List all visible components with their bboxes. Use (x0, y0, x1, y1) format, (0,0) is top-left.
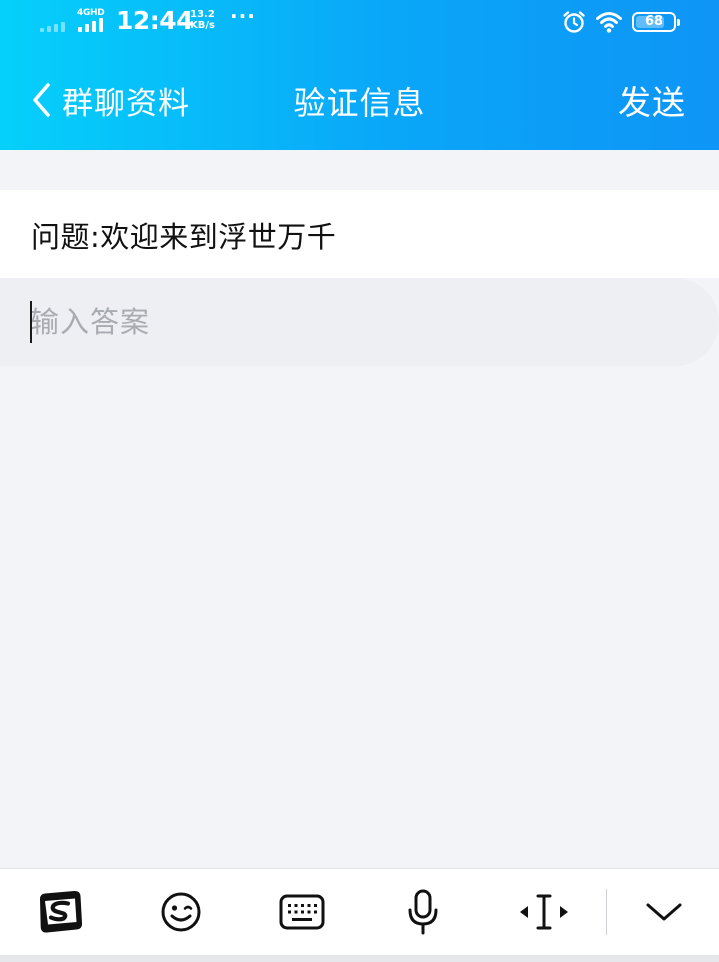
verification-question: 问题:欢迎来到浮世万千 (31, 220, 337, 254)
answer-field[interactable] (0, 278, 719, 366)
network-speed-value: 13.2 (190, 9, 215, 20)
cursor-move-icon (520, 894, 568, 930)
keyboard-toolbar (0, 868, 719, 955)
emoji-button[interactable] (136, 869, 226, 955)
text-cursor (30, 301, 32, 343)
wifi-icon (596, 12, 622, 33)
voice-input-button[interactable] (378, 869, 468, 955)
cursor-move-button[interactable] (499, 869, 589, 955)
sogou-logo-icon (40, 890, 83, 933)
navigation-bar: 群聊资料 验证信息 发送 (0, 60, 719, 140)
network-speed: 13.2 KB/s (190, 9, 215, 31)
sogou-logo-button[interactable] (15, 869, 105, 955)
status-bar: 4GHD 12:44 13.2 KB/s ··· 68 (0, 0, 719, 44)
verification-question-row: 问题:欢迎来到浮世万千 (0, 190, 719, 278)
app-header: 4GHD 12:44 13.2 KB/s ··· 68 群聊资料 验证信息 发送 (0, 0, 719, 150)
network-type-label: 4GHD (77, 8, 105, 18)
collapse-keyboard-button[interactable] (619, 869, 709, 955)
send-button[interactable]: 发送 (618, 76, 686, 124)
keyboard-button[interactable] (257, 869, 347, 955)
microphone-icon (408, 889, 438, 935)
battery-percentage: 68 (644, 14, 664, 29)
clock-time: 12:44 (116, 6, 194, 35)
answer-input[interactable] (30, 298, 690, 346)
keyboard-icon (279, 894, 325, 930)
battery-icon: 68 (632, 12, 680, 32)
network-speed-unit: KB/s (190, 20, 215, 31)
signal-sim1-icon (40, 18, 72, 32)
keyboard-area-edge (0, 955, 719, 962)
chevron-down-icon (646, 903, 682, 921)
emoji-icon (161, 892, 201, 932)
alarm-clock-icon (563, 11, 585, 33)
more-notifications-icon: ··· (230, 4, 256, 28)
signal-sim2-icon (78, 18, 108, 32)
page-title: 验证信息 (293, 84, 426, 122)
toolbar-divider (606, 889, 607, 935)
